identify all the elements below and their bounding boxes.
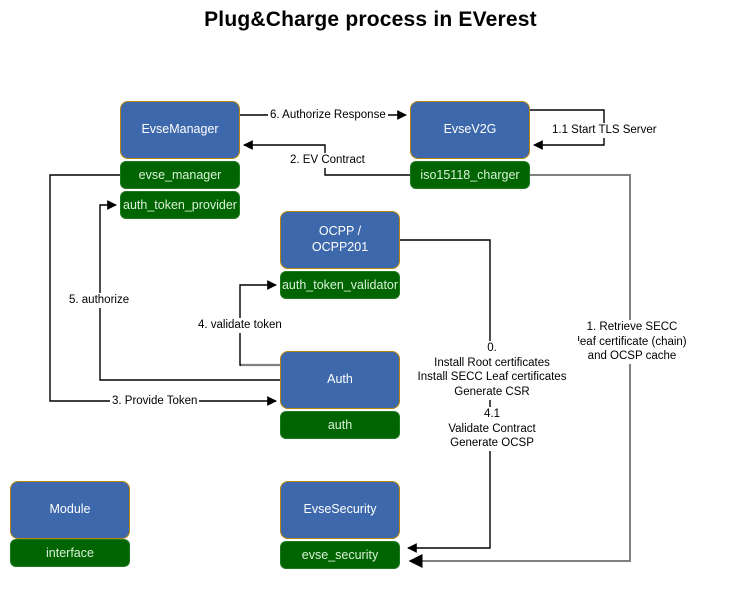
- edge-label-provide-token: 3. Provide Token: [110, 394, 200, 409]
- interface-iso15118-charger-label: iso15118_charger: [420, 168, 520, 182]
- edge-label-start-tls-server: 1.1 Start TLS Server: [550, 123, 659, 138]
- interface-auth-token-provider-label: auth_token_provider: [123, 198, 237, 212]
- edge-label-retrieve-secc: 1. Retrieve SECC leaf certificate (chain…: [565, 320, 699, 365]
- interface-evse-security[interactable]: evse_security: [280, 541, 400, 569]
- legend-interface-label: interface: [46, 546, 94, 560]
- edge-label-authorize: 5. authorize: [67, 293, 132, 308]
- interface-auth-token-validator[interactable]: auth_token_validator: [280, 271, 400, 299]
- node-evse-manager-module[interactable]: EvseManager: [120, 101, 240, 159]
- interface-auth-token-provider[interactable]: auth_token_provider: [120, 191, 240, 219]
- interface-evse-manager-label: evse_manager: [138, 168, 222, 182]
- edge-label-validate-contract: 4.1 Validate Contract Generate OCSP: [430, 407, 554, 452]
- legend-module-box: Module: [10, 481, 130, 539]
- node-evse-manager-label: EvseManager: [141, 122, 219, 137]
- edge-label-ev-contract: 2. EV Contract: [288, 153, 367, 168]
- interface-iso15118-charger[interactable]: iso15118_charger: [410, 161, 530, 189]
- node-auth-module[interactable]: Auth: [280, 351, 400, 409]
- edge-label-validate-token: 4. validate token: [196, 318, 284, 333]
- legend-interface-box: interface: [10, 539, 130, 567]
- node-ocpp-label: OCPP / OCPP201: [311, 224, 369, 254]
- legend-module-label: Module: [49, 502, 91, 517]
- interface-auth-label: auth: [327, 418, 353, 432]
- node-evse-v2g-label: EvseV2G: [443, 122, 497, 137]
- interface-evse-security-label: evse_security: [301, 548, 379, 562]
- edge-label-authorize-response: 6. Authorize Response: [268, 108, 388, 123]
- interface-auth-token-validator-label: auth_token_validator: [281, 278, 399, 292]
- node-evse-v2g-module[interactable]: EvseV2G: [410, 101, 530, 159]
- node-evse-security-label: EvseSecurity: [303, 502, 377, 517]
- interface-evse-manager[interactable]: evse_manager: [120, 161, 240, 189]
- node-evse-security-module[interactable]: EvseSecurity: [280, 481, 400, 539]
- edge-label-install-certificates: 0. Install Root certificates Install SEC…: [405, 341, 579, 400]
- node-auth-label: Auth: [327, 372, 353, 387]
- node-ocpp-module[interactable]: OCPP / OCPP201: [280, 211, 400, 269]
- interface-auth[interactable]: auth: [280, 411, 400, 439]
